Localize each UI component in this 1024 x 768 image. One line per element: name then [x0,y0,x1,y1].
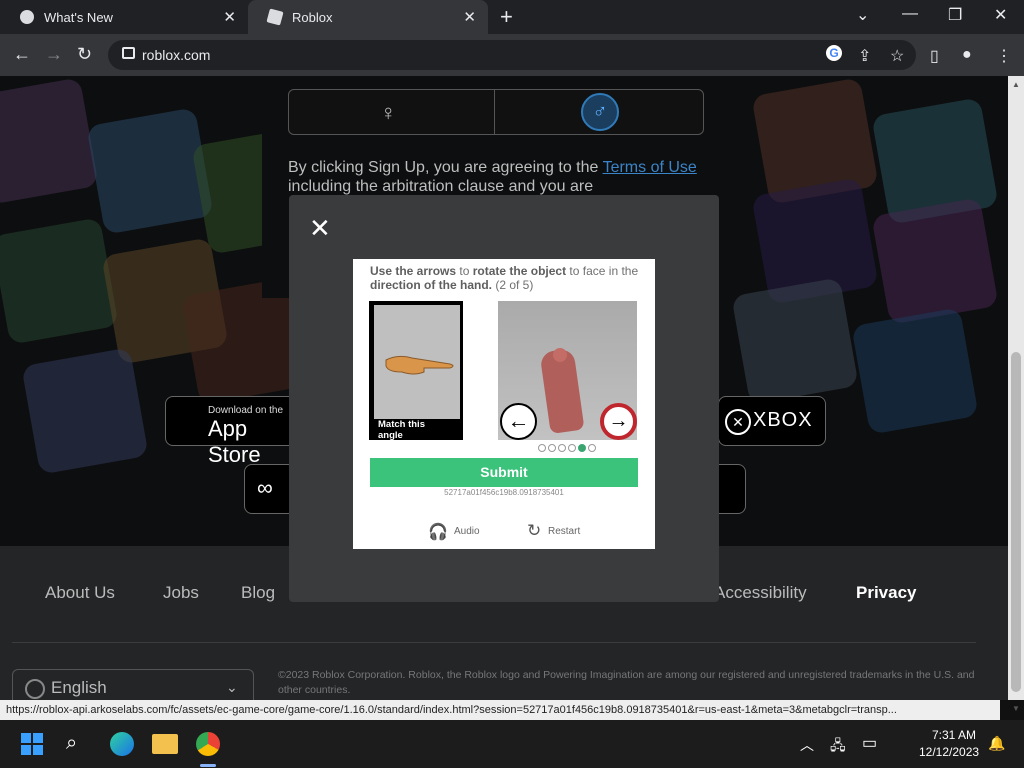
chrome-taskbar-icon[interactable] [196,732,220,756]
app-store-small-label: Download on the [208,405,284,416]
pointing-hand-icon [385,355,454,375]
footer-link-about-us[interactable]: About Us [45,583,115,603]
progress-dot [578,444,586,452]
instr-bold-1: Use the arrows [370,264,457,278]
display-icon[interactable]: ▭ [862,733,877,753]
new-tab-button[interactable]: + [500,4,513,30]
session-id: 52717a01f456c19b8.0918735401 [444,488,564,497]
tab-search-icon[interactable]: ⌄ [856,5,869,25]
restore-button[interactable]: ❐ [948,5,962,25]
bookmark-star-icon[interactable]: ☆ [890,46,904,66]
clock-date[interactable]: 12/12/2023 [919,745,979,759]
footer-link-privacy[interactable]: Privacy [856,583,917,603]
progress-dot [538,444,546,452]
progress-dot [558,444,566,452]
app-store-button[interactable]: Download on the App Store [165,396,297,467]
chrome-favicon-icon [20,10,34,24]
minimize-button[interactable]: — [902,5,918,23]
status-url-bar: https://roblox-api.arkoselabs.com/fc/ass… [0,700,1000,720]
forward-button[interactable]: → [45,44,63,65]
tab-roblox[interactable]: Roblox ✕ [248,0,488,34]
tab-close-icon[interactable]: ✕ [223,8,236,26]
terms-link[interactable]: Terms of Use [603,159,697,176]
search-icon[interactable]: ⌕ [66,732,77,755]
meta-icon: ∞ [257,475,273,500]
close-icon[interactable]: ✕ [309,213,331,244]
headphones-icon[interactable]: 🎧 [428,522,448,542]
footer-divider [12,642,976,643]
instr-bold-2: rotate the object [472,264,567,278]
female-gender-icon[interactable]: ♀ [380,100,397,126]
reload-button[interactable]: ↻ [77,44,92,65]
tray-chevron-icon[interactable]: ︿ [800,735,814,755]
lock-icon[interactable] [122,47,135,59]
instr-text-1: to [456,264,473,278]
chevron-down-icon: ⌄ [226,679,238,695]
google-lens-icon[interactable]: G [826,45,842,61]
terms-suffix: including the arbitration clause and you… [288,178,594,195]
xbox-icon: ✕ [725,409,751,435]
share-icon[interactable]: ⇪ [858,46,871,66]
app-store-label: App Store [208,416,261,467]
match-angle-caption: Match this angle [378,419,425,441]
language-label: English [51,678,107,697]
address-bar[interactable] [108,40,916,70]
instr-text-3: (2 of 5) [492,278,534,292]
clock-time[interactable]: 7:31 AM [932,728,976,742]
tab-title: What's New [44,9,113,25]
terms-text: By clicking Sign Up, you are agreeing to… [288,158,702,196]
footer-link-jobs[interactable]: Jobs [163,583,199,603]
scroll-down-arrow-icon[interactable]: ▼ [1012,704,1020,713]
restart-button[interactable]: Restart [548,526,580,537]
footer-link-accessibility[interactable]: Accessibility [714,583,807,603]
figure-head [553,348,567,362]
notification-bell-icon[interactable]: 🔔 [988,735,1005,752]
rotate-left-button[interactable]: ← [500,403,537,440]
footer-link-blog[interactable]: Blog [241,583,275,603]
gender-divider [494,89,495,135]
instr-bold-3: direction of the hand. [370,278,492,292]
scroll-up-arrow-icon[interactable]: ▲ [1012,80,1020,89]
instr-text-2: to face in the [566,264,639,278]
tab-whats-new[interactable]: What's New ✕ [0,0,248,34]
submit-button[interactable]: Submit [370,458,638,487]
rotate-right-button[interactable]: → [600,403,637,440]
audio-button[interactable]: Audio [454,526,480,537]
side-panel-icon[interactable]: ▯ [930,46,939,66]
roblox-favicon-icon [266,8,284,26]
close-window-button[interactable]: ✕ [994,5,1007,25]
progress-dot [548,444,556,452]
restart-icon[interactable]: ↻ [527,521,541,541]
file-explorer-icon[interactable] [152,734,178,754]
gender-selector [288,89,704,135]
progress-dot [588,444,596,452]
edge-beta-icon[interactable] [110,732,134,756]
back-button[interactable]: ← [13,44,31,65]
browser-menu-icon[interactable]: ⋮ [996,46,1012,66]
captcha-instructions: Use the arrows to rotate the object to f… [370,264,640,292]
windows-start-icon[interactable] [21,733,43,755]
network-icon[interactable]: 🖧 [830,735,846,759]
progress-dot [568,444,576,452]
xbox-label: XBOX [753,409,813,431]
active-app-indicator [200,764,216,767]
url-text[interactable]: roblox.com [142,47,210,63]
tab-close-icon[interactable]: ✕ [463,8,476,26]
copyright-text: ©2023 Roblox Corporation. Roblox, the Ro… [278,669,975,696]
terms-prefix: By clicking Sign Up, you are agreeing to… [288,159,603,176]
globe-icon [25,679,45,699]
male-gender-icon[interactable]: ♂ [581,93,619,131]
profile-icon[interactable]: ● [962,46,972,64]
xbox-button[interactable]: ✕ XBOX [718,396,826,446]
tab-title: Roblox [292,9,333,25]
scroll-thumb[interactable] [1011,352,1021,692]
